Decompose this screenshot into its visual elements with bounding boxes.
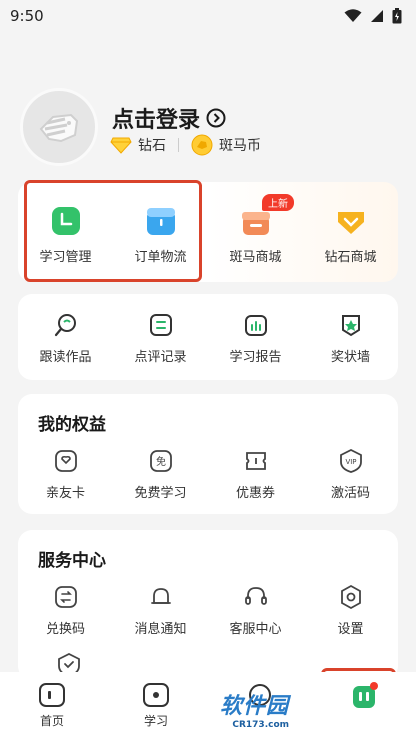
- diamond-icon: [337, 212, 364, 234]
- certificate-wall-button[interactable]: 奖状墙: [303, 312, 398, 365]
- family-card-button[interactable]: 亲友卡: [18, 448, 113, 501]
- tab-study[interactable]: 学习: [104, 672, 208, 740]
- comment-icon: [149, 314, 172, 336]
- status-icons: [344, 8, 402, 24]
- service-center-title: 服务中心: [38, 551, 106, 571]
- diamond-mall-button[interactable]: 钻石商城: [303, 204, 398, 265]
- my-rights-card: 我的权益 亲友卡 免 免费学习 优惠券 VIP 激活码: [18, 394, 398, 514]
- zebra-avatar-icon: [39, 113, 79, 143]
- headset-icon: [244, 587, 267, 605]
- exchange-icon: [54, 586, 77, 608]
- profile-section: 点击登录 钻石 斑马币: [20, 88, 400, 170]
- diamond-label[interactable]: 钻石: [138, 135, 166, 155]
- tab-my[interactable]: [312, 672, 416, 740]
- my-rights-title: 我的权益: [38, 415, 106, 435]
- login-label: 点击登录: [112, 108, 201, 133]
- customer-service-label: 客服中心: [229, 622, 282, 637]
- divider: [178, 138, 179, 152]
- tab-study-label: 学习: [143, 714, 168, 728]
- message-notification-button[interactable]: 消息通知: [113, 584, 208, 637]
- study-report-button[interactable]: 学习报告: [208, 312, 303, 365]
- free-glyph: 免: [156, 455, 166, 468]
- vip-glyph: VIP: [345, 458, 356, 466]
- family-card-label: 亲友卡: [45, 486, 85, 501]
- read-along-works-label: 跟读作品: [39, 350, 92, 365]
- watermark-text: 软件园: [220, 694, 290, 719]
- battery-icon: [392, 8, 402, 24]
- login-link[interactable]: 点击登录: [112, 102, 226, 134]
- status-time: 9:50: [10, 7, 44, 25]
- activation-code-label: 激活码: [330, 486, 370, 501]
- study-report-label: 学习报告: [229, 350, 282, 365]
- activation-code-button[interactable]: VIP 激活码: [303, 448, 398, 501]
- avatar[interactable]: [20, 88, 98, 166]
- wifi-icon: [344, 9, 362, 22]
- diamond-icon: [110, 137, 132, 154]
- my-icon: [353, 682, 378, 708]
- vip-shield-icon: VIP: [339, 448, 362, 473]
- coupon-icon: [245, 452, 266, 470]
- microphone-icon: [54, 314, 76, 337]
- zebra-mall-button[interactable]: 上新 斑马商城: [208, 194, 303, 265]
- new-badge: 上新: [262, 194, 294, 211]
- status-bar: 9:50: [0, 0, 416, 32]
- watermark-sub: CR173.com: [232, 720, 290, 730]
- zebra-coin-label[interactable]: 斑马币: [219, 135, 261, 155]
- review-records-label: 点评记录: [134, 350, 187, 365]
- signal-icon: [371, 10, 383, 22]
- home-icon: [39, 683, 65, 707]
- bottom-tab-bar: 首页 学习: [0, 672, 416, 740]
- service-center-card: 服务中心 兑换码 消息通知 客服中心 设置: [18, 530, 398, 680]
- report-icon: [244, 315, 267, 336]
- watermark: 软件园 CR173.com: [220, 688, 289, 730]
- free-ticket-icon: 免: [149, 450, 172, 472]
- free-study-button[interactable]: 免 免费学习: [113, 448, 208, 501]
- settings-button[interactable]: 设置: [303, 584, 398, 637]
- zebra-coin-icon: [191, 134, 213, 156]
- chevron-right-circle-icon: [206, 108, 226, 128]
- free-study-label: 免费学习: [134, 486, 187, 501]
- zebra-mall-label: 斑马商城: [229, 250, 282, 265]
- settings-label: 设置: [337, 622, 364, 637]
- redeem-code-button[interactable]: 兑换码: [18, 584, 113, 637]
- diamond-mall-label: 钻石商城: [324, 250, 377, 265]
- trophy-icon: [341, 315, 360, 337]
- assets-row: 钻石 斑马币: [110, 134, 261, 156]
- redeem-code-label: 兑换码: [45, 622, 85, 637]
- read-along-works-button[interactable]: 跟读作品: [18, 312, 113, 365]
- coupon-label: 优惠券: [235, 486, 275, 501]
- certificate-wall-label: 奖状墙: [330, 350, 370, 365]
- card-icon: [54, 450, 77, 472]
- tab-home[interactable]: 首页: [0, 672, 104, 740]
- message-notification-label: 消息通知: [134, 622, 187, 637]
- highlight-quick-entries: [24, 180, 202, 282]
- study-icon: [143, 683, 169, 707]
- coupon-button[interactable]: 优惠券: [208, 448, 303, 501]
- customer-service-button[interactable]: 客服中心: [208, 584, 303, 637]
- review-records-button[interactable]: 点评记录: [113, 312, 208, 365]
- bell-icon: [150, 588, 171, 604]
- tab-home-label: 首页: [39, 714, 64, 728]
- gear-icon: [340, 584, 361, 610]
- works-card: 跟读作品 点评记录 学习报告 奖状墙: [18, 294, 398, 380]
